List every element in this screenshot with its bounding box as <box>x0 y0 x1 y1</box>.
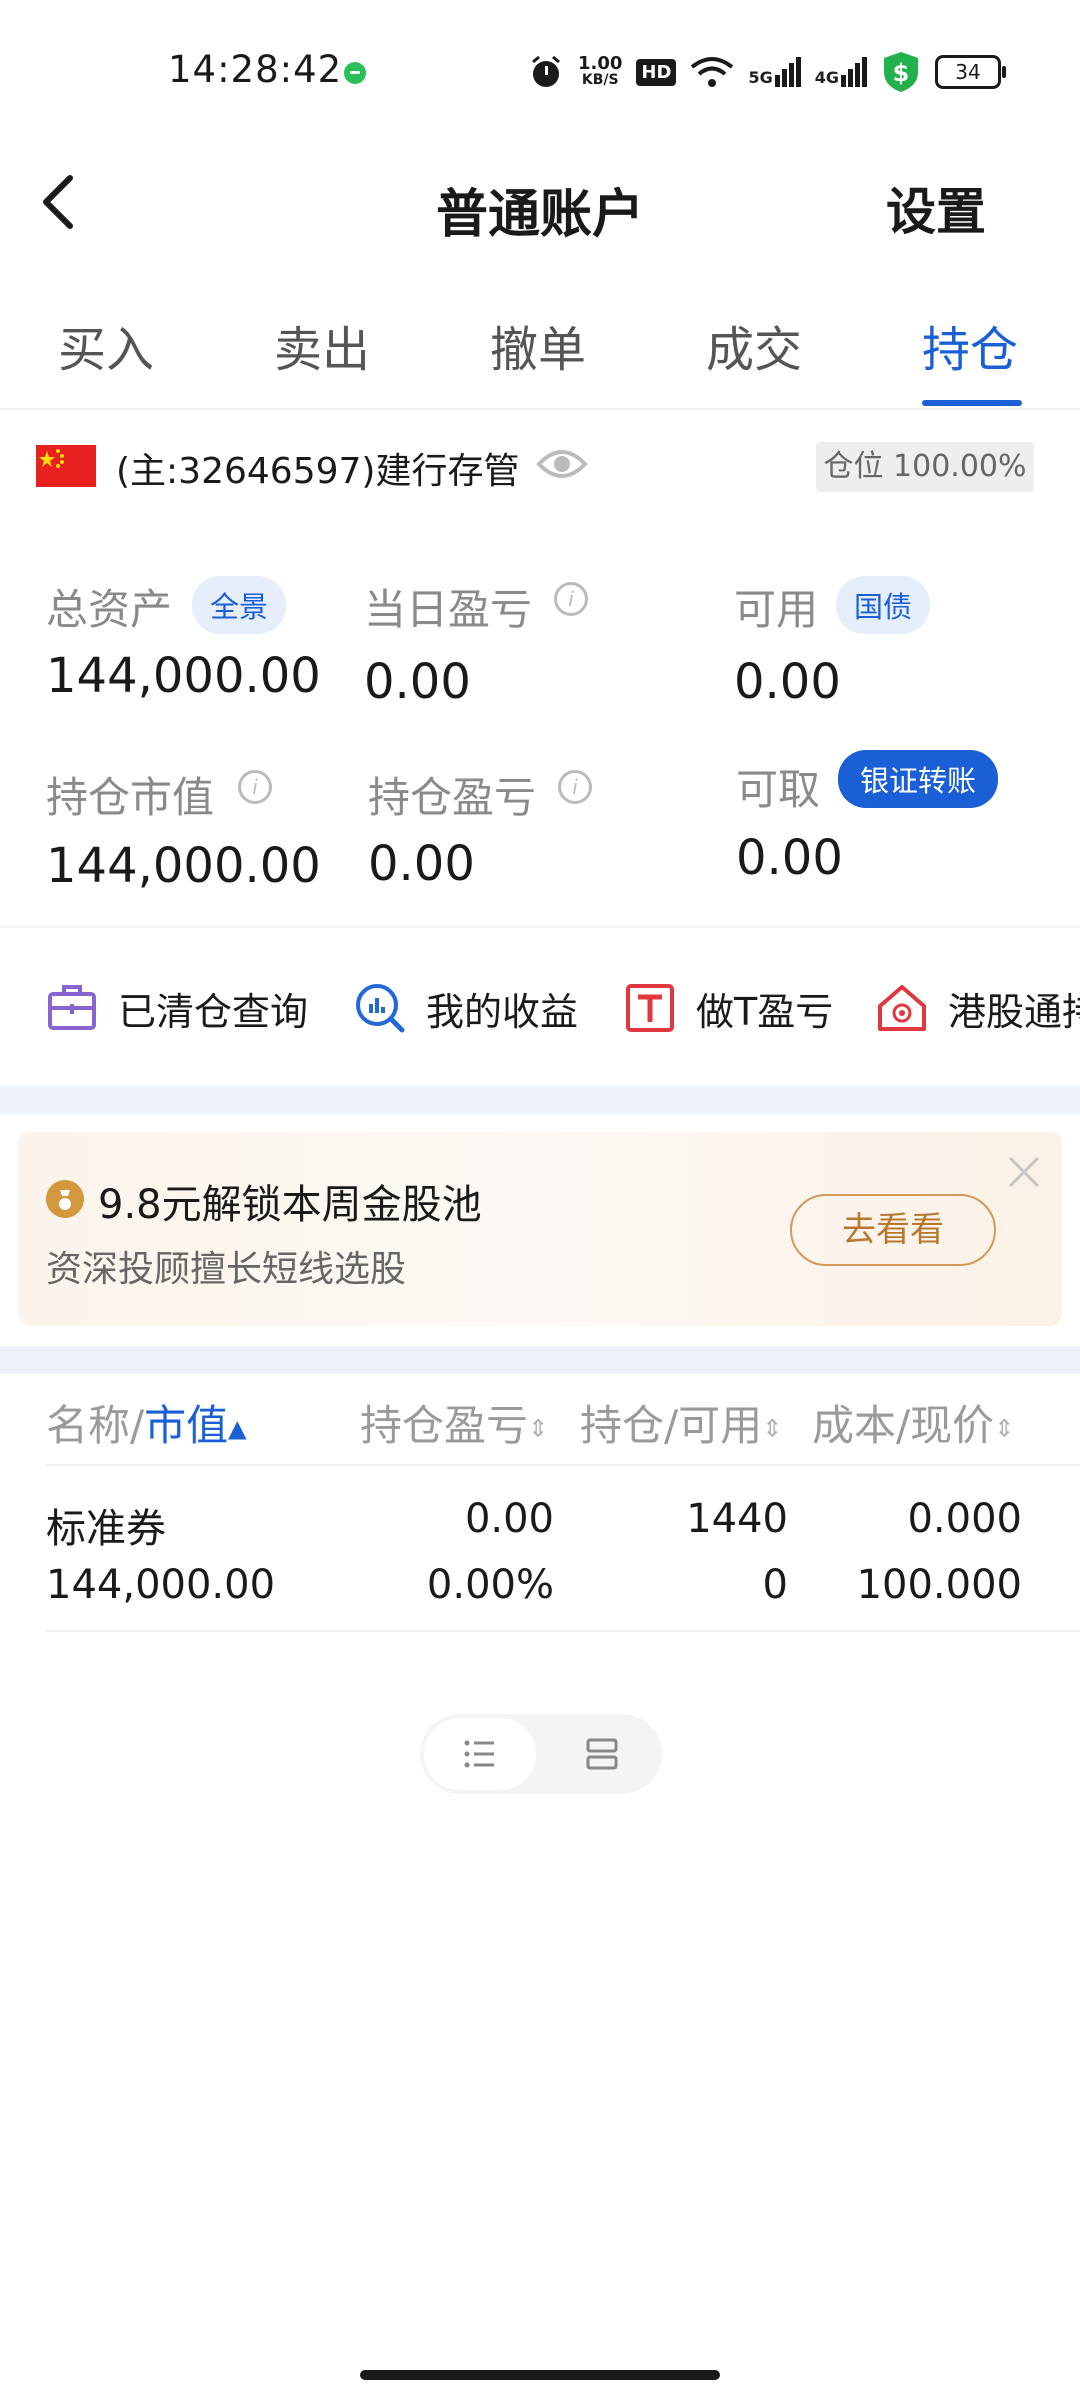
info-icon[interactable]: i <box>554 582 588 616</box>
tab-cancel[interactable]: 撤单 <box>490 310 586 380</box>
tab-sell[interactable]: 卖出 <box>274 310 370 380</box>
tab-deals[interactable]: 成交 <box>706 310 802 380</box>
settings-button[interactable]: 设置 <box>886 172 986 244</box>
t-trade-icon <box>626 984 674 1032</box>
cleared-query-link[interactable]: 已清仓查询 <box>46 978 308 1038</box>
total-assets-value: 144,000.00 <box>46 648 321 704</box>
table-row[interactable]: 标准券 144,000.00 0.00 0.00% 1440 0 0.000 1… <box>0 1466 1080 1630</box>
trade-tabs: 买入 卖出 撤单 成交 持仓 <box>0 310 1080 410</box>
info-icon[interactable]: i <box>558 770 592 804</box>
status-icons: 1.00 KB/S HD 5G 4G $ 34 <box>528 48 1006 96</box>
active-tab-indicator <box>922 400 1022 406</box>
column-cost[interactable]: 成本/现价⇕ <box>812 1392 1014 1453</box>
eye-icon[interactable] <box>536 444 588 484</box>
china-flag-icon <box>36 445 96 487</box>
column-value-label: 市值 <box>144 1401 229 1450</box>
sort-icon: ▲ <box>228 1414 247 1443</box>
tab-positions[interactable]: 持仓 <box>922 310 1018 380</box>
wifi-icon <box>691 57 734 87</box>
withdrawable-value: 0.00 <box>736 830 843 886</box>
position-ratio-badge: 仓位 100.00% <box>816 442 1034 492</box>
sort-icon: ⇕ <box>762 1414 783 1443</box>
promo-title: 9.8元解锁本周金股池 <box>98 1182 482 1228</box>
medal-icon <box>46 1180 84 1218</box>
section-separator <box>0 1086 1080 1114</box>
divider <box>0 926 1080 928</box>
column-holding-label: 持仓/可用 <box>580 1401 763 1450</box>
stock-market-value: 144,000.00 <box>46 1562 276 1608</box>
divider <box>46 1630 1080 1632</box>
daily-pl-value: 0.00 <box>364 654 471 710</box>
tab-buy[interactable]: 买入 <box>58 310 154 380</box>
hd-icon: HD <box>636 58 677 86</box>
promo-subtitle: 资深投顾擅长短线选股 <box>46 1249 407 1290</box>
hk-connect-label: 港股通持 <box>948 989 1080 1034</box>
alarm-icon <box>532 55 560 87</box>
sort-icon: ⇕ <box>994 1414 1015 1443</box>
status-time: 14:28:42 <box>168 48 343 91</box>
column-name-label: 名称/ <box>46 1401 145 1450</box>
stock-price: 100.000 <box>856 1562 1022 1608</box>
stock-cost: 0.000 <box>907 1496 1022 1542</box>
stock-holding: 1440 <box>686 1496 788 1542</box>
account-selector[interactable]: (主:32646597)建行存管 <box>116 442 519 494</box>
svg-text:$: $ <box>893 59 910 87</box>
divider <box>0 408 1080 410</box>
stock-pl: 0.00 <box>464 1496 554 1542</box>
column-position-pl-label: 持仓盈亏 <box>360 1401 529 1450</box>
total-assets-label: 总资产 <box>46 585 173 634</box>
column-name-value[interactable]: 名称/市值▲ <box>46 1392 247 1453</box>
panorama-chip[interactable]: 全景 <box>192 576 287 634</box>
hk-connect-link[interactable]: 港股通持 <box>876 978 1080 1038</box>
available-value: 0.00 <box>734 654 841 710</box>
stock-available: 0 <box>762 1562 788 1608</box>
promo-go-button[interactable]: 去看看 <box>790 1194 996 1266</box>
net-speed: 1.00 KB/S <box>578 53 623 89</box>
position-pl-value: 0.00 <box>368 836 475 892</box>
card-view-button[interactable] <box>548 1718 658 1790</box>
stock-pl-percent: 0.00% <box>426 1562 554 1608</box>
notification-icon <box>344 62 366 84</box>
hk-house-icon <box>878 985 926 1031</box>
stock-name: 标准券 <box>46 1506 166 1552</box>
cleared-query-label: 已清仓查询 <box>118 989 309 1034</box>
column-cost-label: 成本/现价 <box>812 1401 995 1450</box>
security-shield-icon: $ <box>883 52 918 92</box>
card-view-icon <box>586 1738 618 1770</box>
treasury-chip[interactable]: 国债 <box>836 576 931 634</box>
home-indicator[interactable] <box>360 2370 720 2380</box>
position-pl-label: 持仓盈亏 <box>368 773 537 822</box>
market-value-value: 144,000.00 <box>46 838 321 894</box>
signal-4g-icon: 4G <box>815 57 867 87</box>
bank-transfer-button[interactable]: 银证转账 <box>838 750 999 808</box>
earnings-link[interactable]: 我的收益 <box>354 978 578 1038</box>
column-position-pl[interactable]: 持仓盈亏⇕ <box>360 1392 548 1453</box>
info-icon[interactable]: i <box>238 770 272 804</box>
earnings-label: 我的收益 <box>426 989 579 1034</box>
battery-icon: 34 <box>934 55 1006 89</box>
list-view-button[interactable] <box>424 1718 536 1790</box>
sort-icon: ⇕ <box>528 1414 549 1443</box>
available-label: 可用 <box>734 585 819 634</box>
column-holding[interactable]: 持仓/可用⇕ <box>580 1392 782 1453</box>
t-trade-link[interactable]: 做T盈亏 <box>624 978 833 1038</box>
daily-pl-label: 当日盈亏 <box>364 585 533 634</box>
t-trade-label: 做T盈亏 <box>696 989 834 1034</box>
list-icon <box>464 1740 494 1768</box>
section-separator <box>0 1346 1080 1374</box>
close-icon[interactable] <box>1004 1152 1044 1192</box>
chart-search-icon <box>356 984 405 1033</box>
briefcase-icon <box>48 985 96 1030</box>
signal-5g-icon: 5G <box>748 57 801 87</box>
market-value-label: 持仓市值 <box>46 773 215 822</box>
withdrawable-label: 可取 <box>736 765 821 814</box>
